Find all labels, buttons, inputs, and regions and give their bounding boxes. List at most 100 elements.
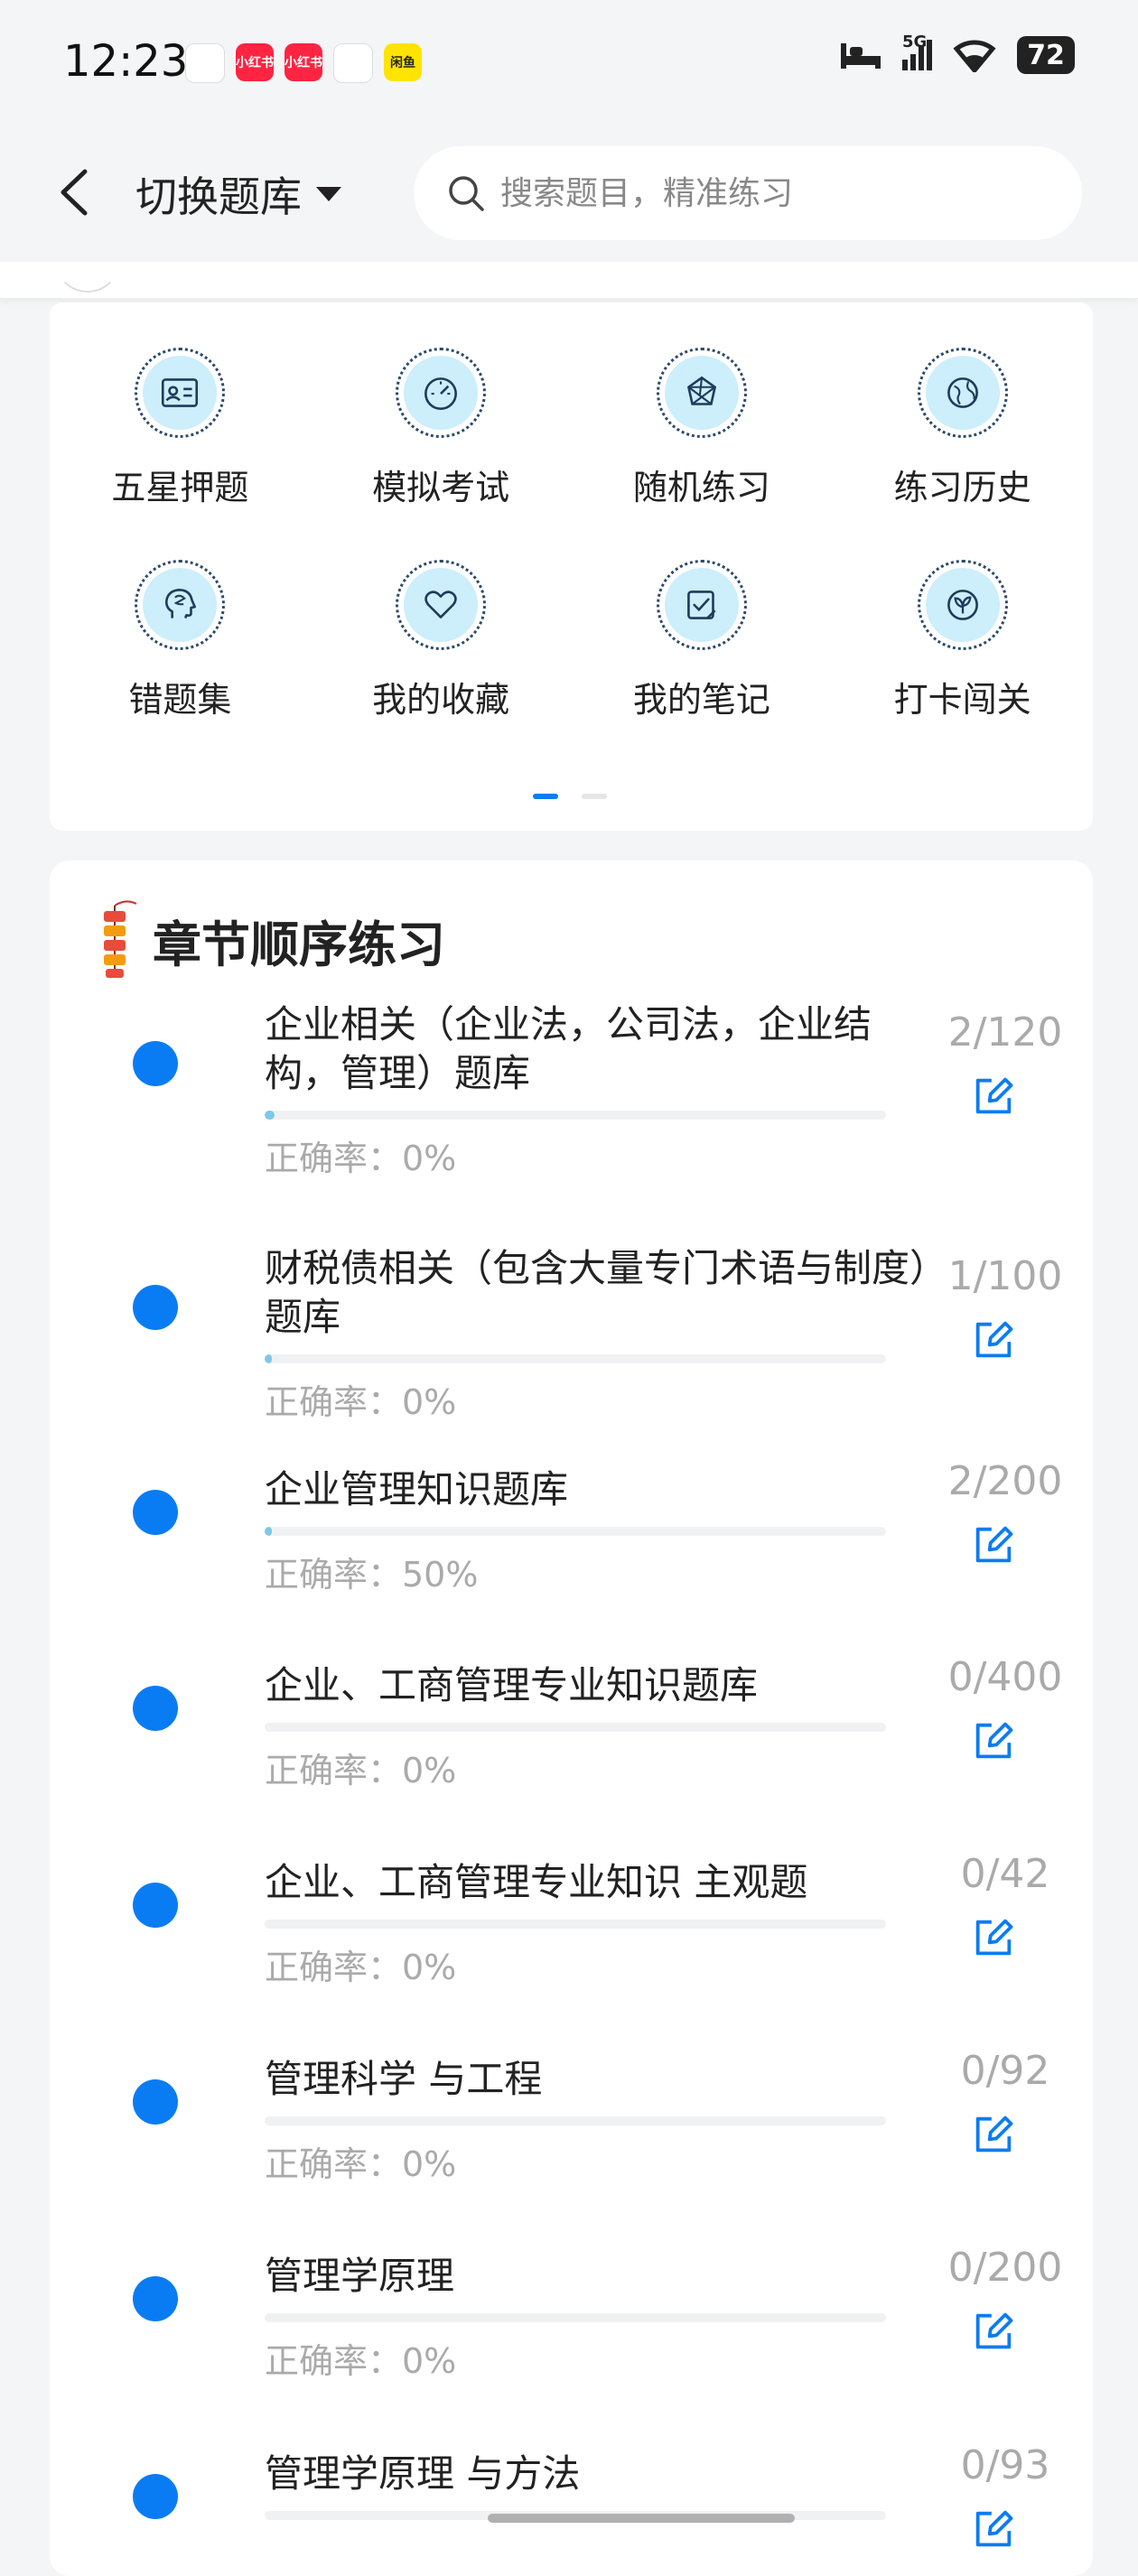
progress-count: 0/200 (947, 2245, 1063, 2291)
progress-bar (265, 1920, 886, 1929)
progress-count: 0/93 (960, 2442, 1050, 2488)
profile-strip (0, 262, 1138, 299)
notification-icons: 小红书 小红书 闲鱼 (185, 43, 422, 83)
function-icon-bg (664, 356, 739, 430)
accuracy-label: 正确率：50% (265, 1555, 479, 1595)
search-bar[interactable] (414, 146, 1082, 240)
status-dot (133, 1686, 178, 1731)
bed-icon (841, 43, 881, 69)
status-dot (133, 2474, 178, 2519)
edit-button[interactable] (965, 1713, 1021, 1769)
progress-bar (265, 2116, 886, 2125)
progress-bar (265, 1723, 886, 1732)
function-icon-bg (925, 356, 1000, 430)
avatar (54, 226, 121, 293)
progress-count: 1/100 (947, 1253, 1063, 1299)
function-label: 我的笔记 (632, 680, 770, 720)
function-icon-bg (404, 356, 479, 430)
progress-bar (265, 1111, 886, 1120)
edit-button[interactable] (965, 1312, 1021, 1368)
home-indicator[interactable] (488, 2514, 795, 2523)
accuracy-label: 正确率：0% (265, 1139, 457, 1178)
battery-icon: 72 (1017, 36, 1075, 74)
function-label: 随机练习 (632, 468, 770, 507)
leaf-icon (947, 590, 978, 620)
page-dot (582, 794, 607, 799)
function-item[interactable]: 练习历史 (832, 348, 1093, 509)
edit-button[interactable] (965, 2106, 1021, 2162)
note-check-icon (686, 591, 716, 619)
edit-button[interactable] (965, 1910, 1021, 1966)
function-icon-frame (656, 348, 747, 438)
function-item[interactable]: 打卡闯关 (832, 560, 1093, 721)
function-grid: 五星押题 模拟考试 随机练习 练习历史错题集 我的收藏 我的笔记 打卡闯关 (50, 348, 1093, 721)
progress-bar (265, 2313, 886, 2322)
function-icon-frame (396, 560, 487, 650)
edit-icon (975, 1077, 1013, 1114)
function-item[interactable]: 五星押题 (50, 348, 311, 509)
progress-fill (265, 1111, 275, 1120)
chapter-row-title: 管理科学 与工程 (265, 2057, 543, 2101)
accuracy-label: 正确率：0% (265, 2144, 457, 2184)
app-icon: 闲鱼 (384, 43, 422, 81)
function-icon-frame (135, 560, 226, 650)
progress-count: 0/42 (960, 1851, 1050, 1897)
function-icon-bg (143, 356, 218, 430)
nav-bar: 切换题库 (0, 126, 1138, 262)
chapter-row-title: 管理学原理 与方法 (265, 2451, 581, 2496)
search-input[interactable] (499, 173, 1044, 213)
back-button[interactable] (47, 161, 101, 224)
globe-icon (947, 377, 978, 408)
chapter-row-title: 企业管理知识题库 (265, 1467, 569, 1511)
cellular-signal-icon: 5G (902, 33, 932, 70)
progress-bar (265, 1354, 886, 1363)
firecracker-icon (104, 900, 137, 978)
progress-count: 0/400 (947, 1654, 1063, 1700)
function-label: 练习历史 (893, 468, 1031, 507)
edit-button[interactable] (965, 1068, 1021, 1124)
id-card-icon (162, 378, 199, 407)
function-item[interactable]: 我的笔记 (572, 560, 833, 721)
network-type: 5G (902, 33, 928, 51)
search-icon (449, 176, 484, 211)
chapter-row-title: 财税债相关（包含大量专门术语与制度）题库 (265, 1246, 929, 1339)
chapter-title: 章节顺序练习 (153, 916, 445, 973)
status-dot (133, 2079, 178, 2125)
status-dot (133, 1041, 178, 1086)
function-item[interactable]: 随机练习 (572, 348, 833, 509)
edit-icon (975, 1919, 1013, 1956)
status-indicators: 5G 72 (839, 33, 1075, 74)
heart-icon (424, 591, 457, 618)
chapter-header: 章节顺序练习 (95, 897, 445, 983)
edit-button[interactable] (965, 2501, 1021, 2557)
function-icon-bg (404, 568, 479, 642)
chapter-row-title: 企业、工商管理专业知识 主观题 (265, 1860, 808, 1904)
function-icon-bg (143, 568, 218, 642)
function-item[interactable]: 模拟考试 (311, 348, 572, 509)
progress-bar (265, 1527, 886, 1536)
function-icon-bg (925, 568, 1000, 642)
edit-icon (975, 2116, 1013, 2153)
status-time: 12:23 (63, 36, 189, 87)
function-item[interactable]: 错题集 (50, 560, 311, 721)
status-dot (133, 1883, 178, 1928)
edit-button[interactable] (965, 1517, 1021, 1573)
edit-icon (975, 2510, 1013, 2547)
status-bar: 12:23 小红书 小红书 闲鱼 5G 72 (0, 0, 1138, 126)
edit-button[interactable] (965, 2303, 1021, 2359)
page-dot (533, 794, 558, 799)
status-dot (133, 1285, 178, 1330)
function-icon-bg (664, 568, 739, 642)
function-item[interactable]: 我的收藏 (311, 560, 572, 721)
edit-icon (975, 1321, 1013, 1358)
function-label: 打卡闯关 (893, 680, 1031, 720)
switch-bank-button[interactable]: 切换题库 (135, 163, 343, 226)
edit-icon (975, 1722, 1013, 1759)
function-label: 五星押题 (111, 468, 249, 507)
chevron-left-icon (61, 169, 88, 216)
function-icon-frame (917, 348, 1008, 438)
accuracy-label: 正确率：0% (265, 2341, 457, 2381)
progress-count: 2/200 (947, 1458, 1063, 1504)
wifi-icon (953, 40, 996, 72)
progress-count: 2/120 (947, 1009, 1063, 1056)
